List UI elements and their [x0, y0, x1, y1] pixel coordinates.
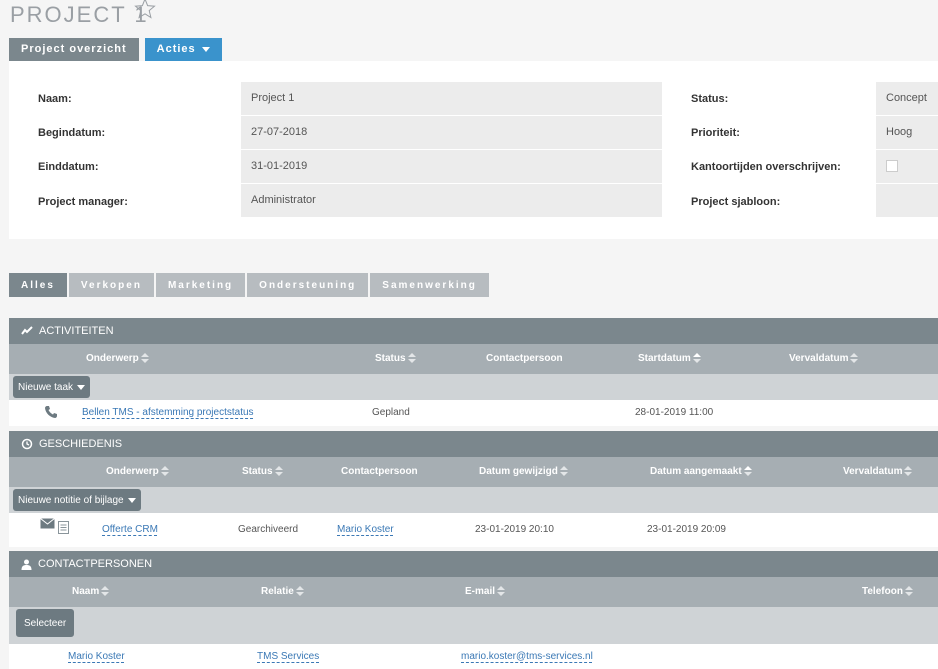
value-override-office-hours: [876, 150, 938, 183]
value-priority: Hoog: [876, 116, 938, 149]
history-subject-link[interactable]: Offerte CRM: [102, 513, 158, 547]
sort-icon: [559, 466, 568, 477]
col-start-date[interactable]: Startdatum: [638, 344, 701, 374]
select-contact-button[interactable]: Selecteer: [16, 609, 75, 637]
col-contact: Contactpersoon: [341, 466, 418, 477]
chevron-down-icon: [77, 384, 86, 390]
contacts-column-header: Naam Relatie E-mail Telefoon: [9, 577, 938, 607]
chevron-down-icon: [201, 47, 210, 52]
table-row: Offerte CRM Gearchiveerd Mario Koster 23…: [9, 513, 938, 547]
table-row: Bellen TMS - afstemming projectstatus Ge…: [9, 400, 938, 426]
tab-sales[interactable]: Verkopen: [68, 273, 154, 297]
sort-icon: [904, 466, 913, 477]
tab-project-overview[interactable]: Project overzicht: [9, 38, 139, 61]
email-icon: [40, 507, 55, 541]
view-tabs: Project overzicht Acties: [9, 38, 222, 61]
label-project-template: Project sjabloon:: [691, 196, 781, 208]
label-override-office-hours: Kantoortijden overschrijven:: [691, 161, 841, 173]
activity-start-date: 28-01-2019 11:00: [635, 407, 714, 418]
tab-collaboration[interactable]: Samenwerking: [370, 273, 489, 297]
history-date-modified: 23-01-2019 20:10: [475, 524, 554, 535]
col-relation[interactable]: Relatie: [261, 577, 304, 607]
favorite-star-icon[interactable]: [133, 0, 157, 21]
tab-support[interactable]: Ondersteuning: [247, 273, 369, 297]
contacts-title: CONTACTPERSONEN: [38, 558, 153, 570]
tab-all[interactable]: Alles: [9, 273, 67, 297]
activities-action-row: Nieuwe taak: [9, 374, 938, 400]
history-header[interactable]: GESCHIEDENIS: [9, 431, 938, 457]
actions-menu-button[interactable]: Acties: [144, 38, 222, 61]
value-status: Concept: [876, 82, 938, 115]
sort-icon: [904, 586, 913, 597]
label-project-manager: Project manager:: [38, 196, 128, 208]
col-status[interactable]: Status: [242, 457, 283, 487]
phone-icon: [44, 400, 58, 426]
activities-column-header: Onderwerp Status Contactpersoon Startdat…: [9, 344, 938, 374]
detail-panel: Naam: Project 1 Begindatum: 27-07-2018 E…: [9, 61, 938, 239]
value-start-date: 27-07-2018: [241, 116, 662, 149]
label-start-date: Begindatum:: [38, 127, 106, 139]
label-priority: Prioriteit:: [691, 127, 740, 139]
activity-status: Gepland: [372, 407, 410, 418]
contact-email-link[interactable]: mario.koster@tms-services.nl: [461, 644, 593, 669]
chevron-down-icon: [127, 497, 136, 503]
col-due-date[interactable]: Vervaldatum: [843, 457, 913, 487]
page-title: PROJECT 1: [10, 2, 149, 27]
history-contact-link[interactable]: Mario Koster: [337, 513, 394, 547]
document-icon: [58, 511, 69, 545]
sort-icon: [160, 466, 169, 477]
activity-chart-icon: [21, 326, 33, 335]
contact-name-link[interactable]: Mario Koster: [68, 644, 125, 669]
history-status: Gearchiveerd: [238, 524, 299, 535]
activities-header[interactable]: ACTIVITEITEN: [9, 318, 938, 344]
value-end-date: 31-01-2019: [241, 150, 662, 183]
col-due-date[interactable]: Vervaldatum: [789, 344, 859, 374]
col-status[interactable]: Status: [375, 344, 416, 374]
label-status: Status:: [691, 93, 729, 105]
tab-marketing[interactable]: Marketing: [155, 273, 246, 297]
sort-icon: [295, 586, 304, 597]
contact-relation-link[interactable]: TMS Services: [257, 644, 319, 669]
history-title: GESCHIEDENIS: [39, 438, 123, 450]
sort-icon: [497, 586, 506, 597]
history-date-created: 23-01-2019 20:09: [647, 524, 726, 535]
subpanel-tabs: Alles Verkopen Marketing Ondersteuning S…: [9, 273, 489, 297]
new-task-button[interactable]: Nieuwe taak: [13, 376, 91, 398]
col-subject[interactable]: Onderwerp: [86, 344, 149, 374]
col-date-modified[interactable]: Datum gewijzigd: [479, 457, 568, 487]
activities-title: ACTIVITEITEN: [39, 325, 114, 337]
person-icon: [21, 559, 32, 570]
col-date-created[interactable]: Datum aangemaakt: [650, 457, 752, 487]
value-project-manager: Administrator: [241, 184, 662, 217]
col-phone[interactable]: Telefoon: [862, 577, 913, 607]
history-column-header: Onderwerp Status Contactpersoon Datum ge…: [9, 457, 938, 487]
label-name: Naam:: [38, 93, 72, 105]
actions-label: Acties: [156, 43, 196, 55]
history-action-row: Nieuwe notitie of bijlage: [9, 487, 938, 513]
sort-icon: [692, 353, 701, 364]
sort-icon: [743, 466, 752, 477]
activity-subject-link[interactable]: Bellen TMS - afstemming projectstatus: [82, 400, 254, 426]
override-office-hours-checkbox[interactable]: [886, 160, 898, 173]
sort-icon: [407, 353, 416, 364]
contacts-action-row: Selecteer: [9, 607, 938, 644]
col-name[interactable]: Naam: [72, 577, 110, 607]
sort-icon: [850, 353, 859, 364]
contacts-header[interactable]: CONTACTPERSONEN: [9, 551, 938, 577]
history-clock-icon: [21, 438, 33, 450]
table-row: Mario Koster TMS Services mario.koster@t…: [9, 644, 938, 669]
sort-icon: [101, 586, 110, 597]
label-end-date: Einddatum:: [38, 161, 99, 173]
col-subject[interactable]: Onderwerp: [106, 457, 169, 487]
sort-icon: [140, 353, 149, 364]
value-name: Project 1: [241, 82, 662, 115]
col-contact: Contactpersoon: [486, 353, 563, 364]
sort-icon: [274, 466, 283, 477]
value-project-template: [876, 184, 938, 217]
col-email[interactable]: E-mail: [465, 577, 506, 607]
new-note-button[interactable]: Nieuwe notitie of bijlage: [13, 489, 141, 511]
